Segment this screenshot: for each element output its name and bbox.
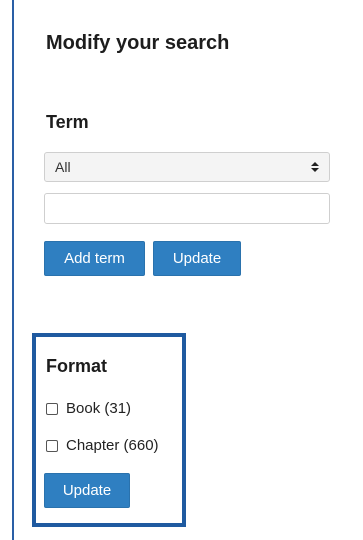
format-option-book[interactable]: Book (31) [46, 400, 131, 417]
term-text-input[interactable] [44, 193, 330, 224]
format-update-button[interactable]: Update [44, 473, 130, 508]
add-term-button[interactable]: Add term [44, 241, 145, 276]
term-field-select-value: All [55, 159, 71, 175]
chapter-option-label: Chapter (660) [66, 437, 159, 454]
chapter-checkbox[interactable] [46, 439, 58, 452]
panel-title: Modify your search [46, 32, 230, 54]
term-update-button[interactable]: Update [153, 241, 241, 276]
term-heading: Term [46, 112, 89, 132]
left-border-rule [12, 0, 14, 540]
format-option-chapter[interactable]: Chapter (660) [46, 437, 159, 454]
format-heading: Format [46, 356, 108, 376]
book-option-label: Book (31) [66, 400, 132, 417]
term-field-select[interactable]: All [44, 152, 330, 182]
book-checkbox[interactable] [46, 402, 58, 415]
sort-caret-icon [311, 162, 319, 172]
